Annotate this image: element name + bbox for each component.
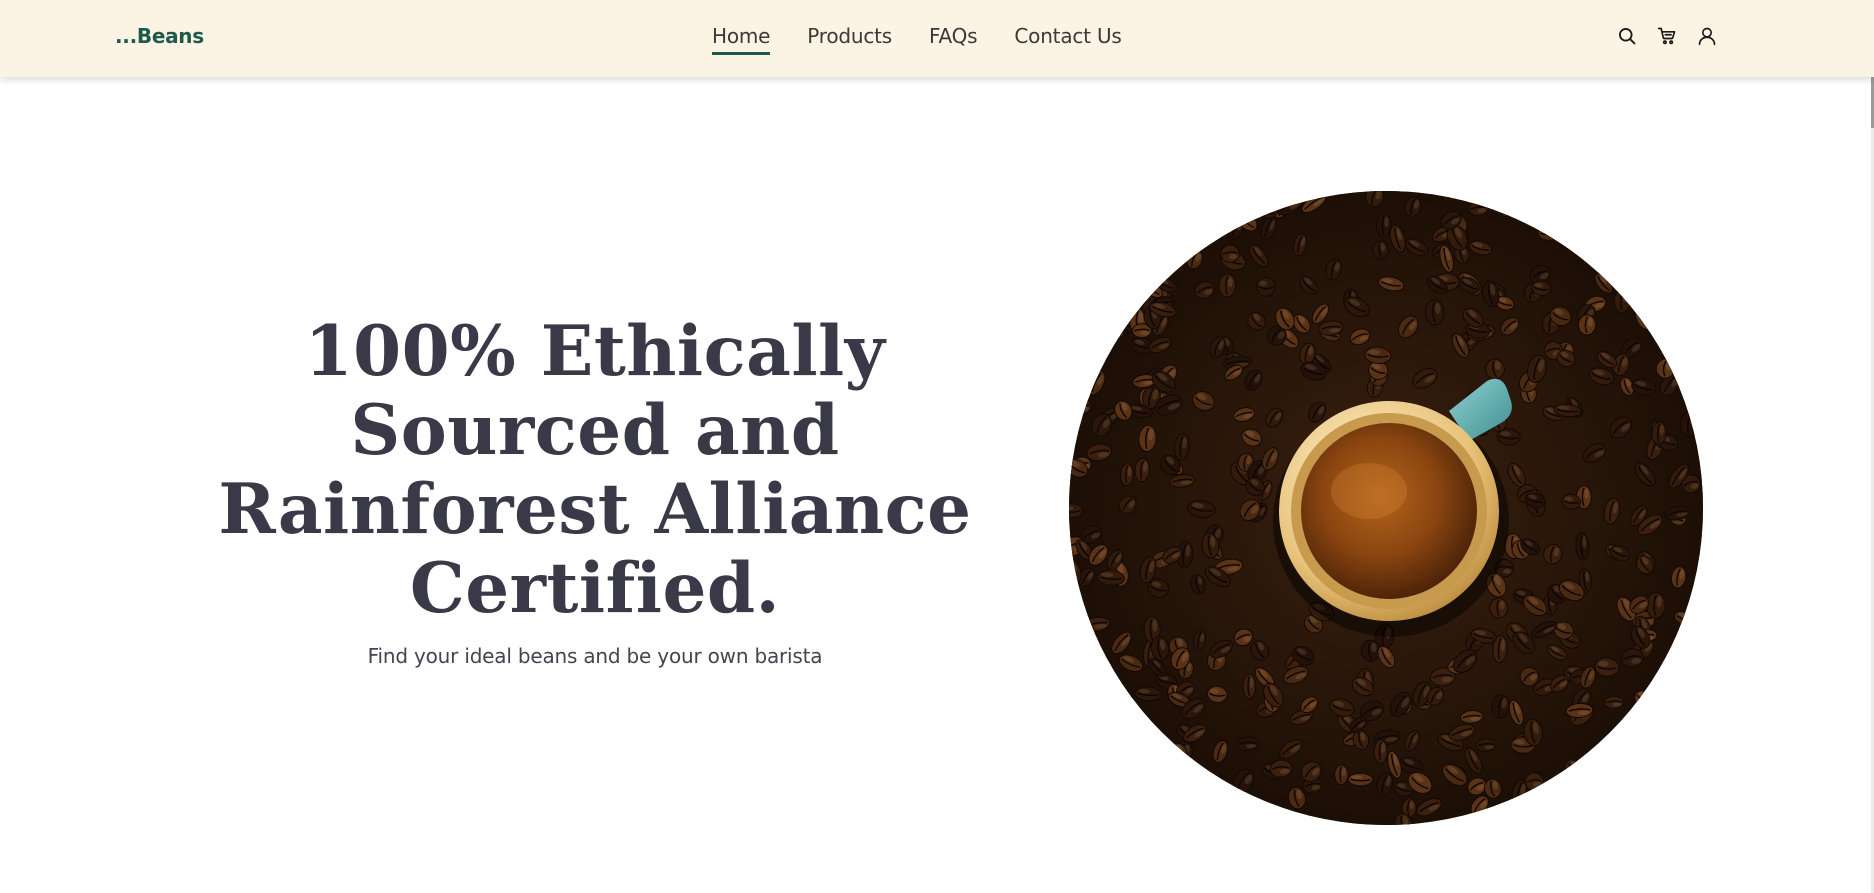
- main-nav: Home Products FAQs Contact Us: [712, 24, 1122, 55]
- nav-link-products[interactable]: Products: [807, 24, 892, 54]
- cart-button[interactable]: [1656, 25, 1678, 47]
- account-button[interactable]: [1696, 25, 1718, 47]
- logo-link[interactable]: ...Beans: [115, 24, 204, 48]
- page: ...Beans Home Products FAQs Contact Us 1…: [0, 0, 1874, 893]
- nav-link-contact[interactable]: Contact Us: [1014, 24, 1121, 54]
- nav-item-contact: Contact Us: [1014, 24, 1121, 54]
- hero-section: 100% Ethically Sourced and Rainforest Al…: [185, 312, 1005, 668]
- coffee-illustration: [1069, 191, 1703, 825]
- user-icon: [1698, 27, 1716, 46]
- nav-item-faqs: FAQs: [929, 24, 978, 54]
- nav-link-faqs[interactable]: FAQs: [929, 24, 978, 54]
- hero-coffee-image: [1069, 191, 1703, 825]
- hero-title: 100% Ethically Sourced and Rainforest Al…: [218, 311, 972, 629]
- cart-icon: [1657, 27, 1676, 45]
- header-actions: [1616, 25, 1718, 47]
- search-button[interactable]: [1616, 25, 1638, 47]
- nav-item-products: Products: [807, 24, 892, 54]
- nav-link-home[interactable]: Home: [712, 24, 771, 55]
- hero-subtitle: Find your ideal beans and be your own ba…: [367, 644, 823, 668]
- site-header: ...Beans Home Products FAQs Contact Us: [0, 0, 1874, 77]
- search-icon: [1619, 28, 1636, 45]
- nav-item-home: Home: [712, 24, 771, 55]
